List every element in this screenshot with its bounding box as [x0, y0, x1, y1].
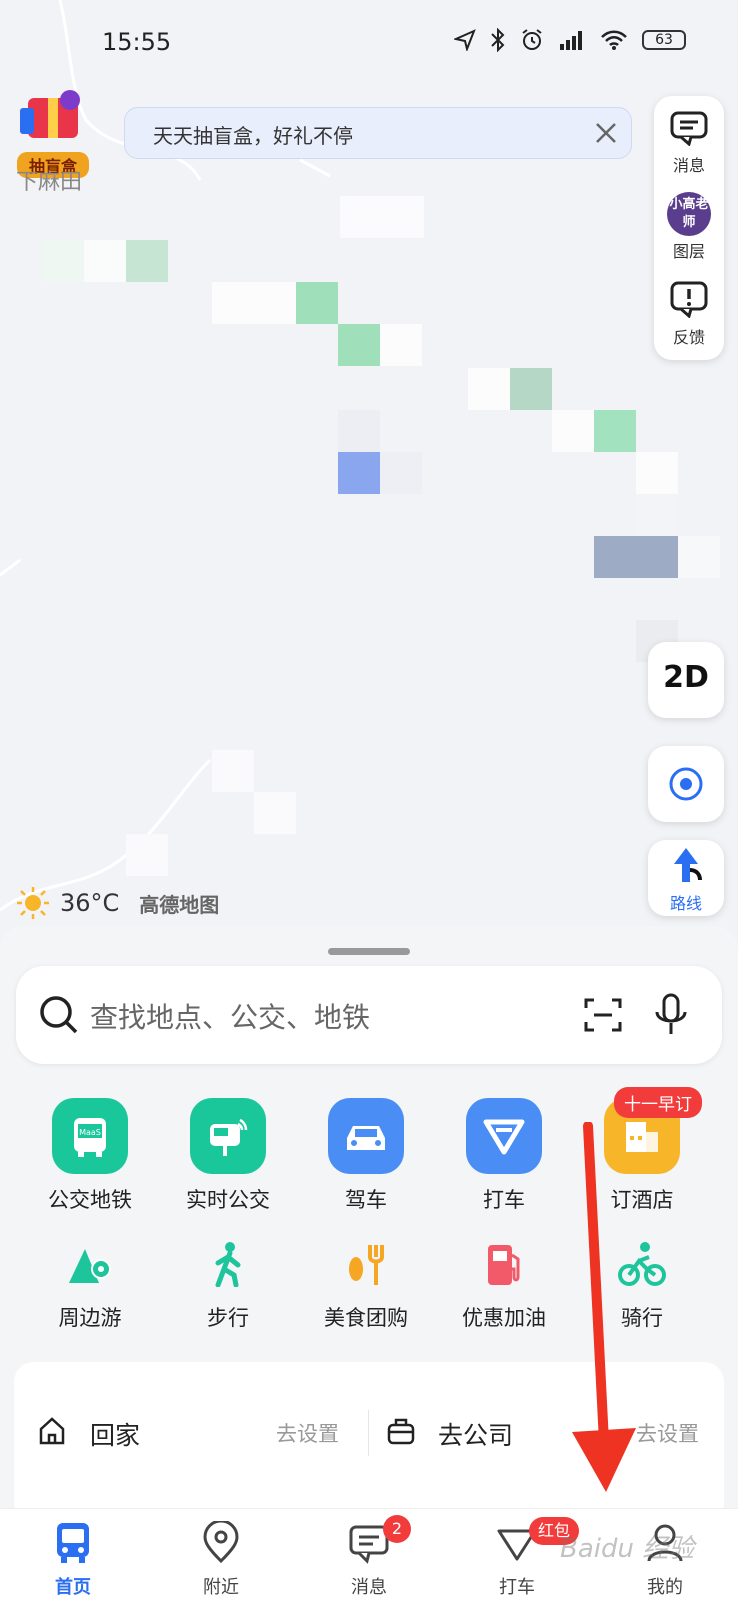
side-messages-label: 消息 [672, 156, 705, 175]
view-2d-button[interactable]: 2D [648, 642, 724, 718]
battery-indicator: 63 [642, 30, 686, 50]
car-icon [328, 1098, 404, 1174]
home-icon [39, 1417, 65, 1445]
food-icon [338, 1236, 394, 1292]
grid-label: 公交地铁 [48, 1188, 132, 1212]
side-feedback-label: 反馈 [672, 328, 705, 347]
signal-icon [560, 31, 582, 50]
route-button[interactable]: 路线 [648, 840, 724, 916]
map-place-label: 下麻田 [16, 170, 83, 195]
promo-banner[interactable]: 天天抽盲盒，好礼不停 [124, 107, 632, 159]
view-2d-label: 2D [663, 660, 709, 695]
map-brand: 高德地图 [139, 892, 220, 917]
taxi-icon [466, 1098, 542, 1174]
tab-messages[interactable]: 消息 2 [319, 1515, 419, 1599]
grid-bus-metro[interactable]: MaaS 公交地铁 [30, 1098, 150, 1214]
grid-label: 实时公交 [186, 1188, 270, 1212]
tab-label: 首页 [55, 1577, 91, 1598]
locate-icon [669, 767, 703, 801]
weather-widget[interactable]: 36°C 高德地图 [16, 886, 219, 920]
grid-taxi[interactable]: 打车 [444, 1098, 564, 1214]
banner-text: 天天抽盲盒，好礼不停 [153, 124, 353, 148]
status-time: 15:55 [102, 28, 172, 56]
svg-text:MaaS: MaaS [79, 1128, 101, 1137]
grid-label: 驾车 [345, 1188, 387, 1212]
home-setup-link[interactable]: 去设置 [276, 1418, 339, 1448]
search-bar[interactable]: 查找地点、公交、地铁 [16, 966, 722, 1064]
tab-label: 消息 [351, 1577, 387, 1598]
status-bar: 15:55 63 [0, 0, 738, 90]
side-feedback-button[interactable]: 反馈 [654, 280, 724, 348]
walk-icon [200, 1236, 256, 1292]
message-count-badge: 2 [383, 1515, 411, 1543]
divider [368, 1410, 369, 1456]
temperature: 36°C [60, 889, 120, 917]
grid-label: 打车 [483, 1188, 525, 1212]
tab-label: 打车 [499, 1577, 535, 1598]
tab-home[interactable]: 首页 [23, 1521, 123, 1599]
fuel-icon [476, 1236, 532, 1292]
grid-drive[interactable]: 驾车 [306, 1098, 426, 1214]
locate-button[interactable] [648, 746, 724, 822]
grid-label: 周边游 [58, 1306, 122, 1330]
tab-taxi[interactable]: 打车 红包 [467, 1517, 579, 1599]
status-icons: 63 [454, 28, 686, 52]
route-arrow-icon [674, 848, 702, 882]
grid-label: 美食团购 [324, 1306, 408, 1330]
search-icon [40, 996, 78, 1034]
work-label[interactable]: 去公司 [438, 1416, 513, 1452]
feedback-icon [670, 281, 708, 319]
home-label[interactable]: 回家 [90, 1416, 140, 1452]
avatar: 小高老师 [667, 192, 711, 236]
grid-food[interactable]: 美食团购 [306, 1236, 426, 1332]
wifi-icon [601, 30, 627, 50]
travel-icon [62, 1236, 118, 1292]
bluetooth-icon [491, 28, 505, 52]
message-icon [670, 111, 708, 147]
briefcase-icon [387, 1418, 415, 1445]
bus-home-icon [57, 1523, 89, 1563]
grid-fuel[interactable]: 优惠加油 [444, 1236, 564, 1332]
grid-travel[interactable]: 周边游 [30, 1236, 150, 1332]
hotel-promo-badge: 十一早订 [614, 1087, 702, 1118]
grid-walk[interactable]: 步行 [168, 1236, 288, 1332]
side-layers-label: 图层 [672, 242, 705, 261]
close-icon[interactable] [591, 118, 621, 148]
location-pin-icon [203, 1521, 239, 1564]
side-messages-button[interactable]: 消息 [654, 110, 724, 176]
sheet-drag-handle[interactable] [328, 948, 410, 955]
alarm-icon [522, 29, 542, 50]
microphone-icon[interactable] [650, 992, 692, 1038]
search-input[interactable]: 查找地点、公交、地铁 [90, 996, 370, 1036]
tab-label: 我的 [647, 1577, 683, 1598]
grid-label: 优惠加油 [462, 1306, 546, 1330]
sun-icon [17, 887, 49, 919]
location-arrow-icon [454, 29, 476, 51]
work-setup-link[interactable]: 去设置 [636, 1418, 699, 1448]
side-layers-button[interactable]: 小高老师 图层 [654, 192, 724, 262]
gift-box-icon [20, 90, 80, 138]
map-side-panel: 消息 小高老师 图层 反馈 [654, 96, 724, 360]
tab-nearby[interactable]: 附近 [171, 1521, 271, 1599]
tab-label: 附近 [203, 1577, 239, 1598]
bus-maas-icon: MaaS [52, 1098, 128, 1174]
watermark: Baidu 经验 [560, 1534, 695, 1564]
grid-label: 步行 [207, 1306, 249, 1330]
grid-realtime-bus[interactable]: 实时公交 [168, 1098, 288, 1214]
realtime-bus-icon [190, 1098, 266, 1174]
annotation-arrow [572, 1122, 636, 1492]
route-label: 路线 [669, 894, 702, 913]
scan-icon[interactable] [582, 994, 624, 1036]
